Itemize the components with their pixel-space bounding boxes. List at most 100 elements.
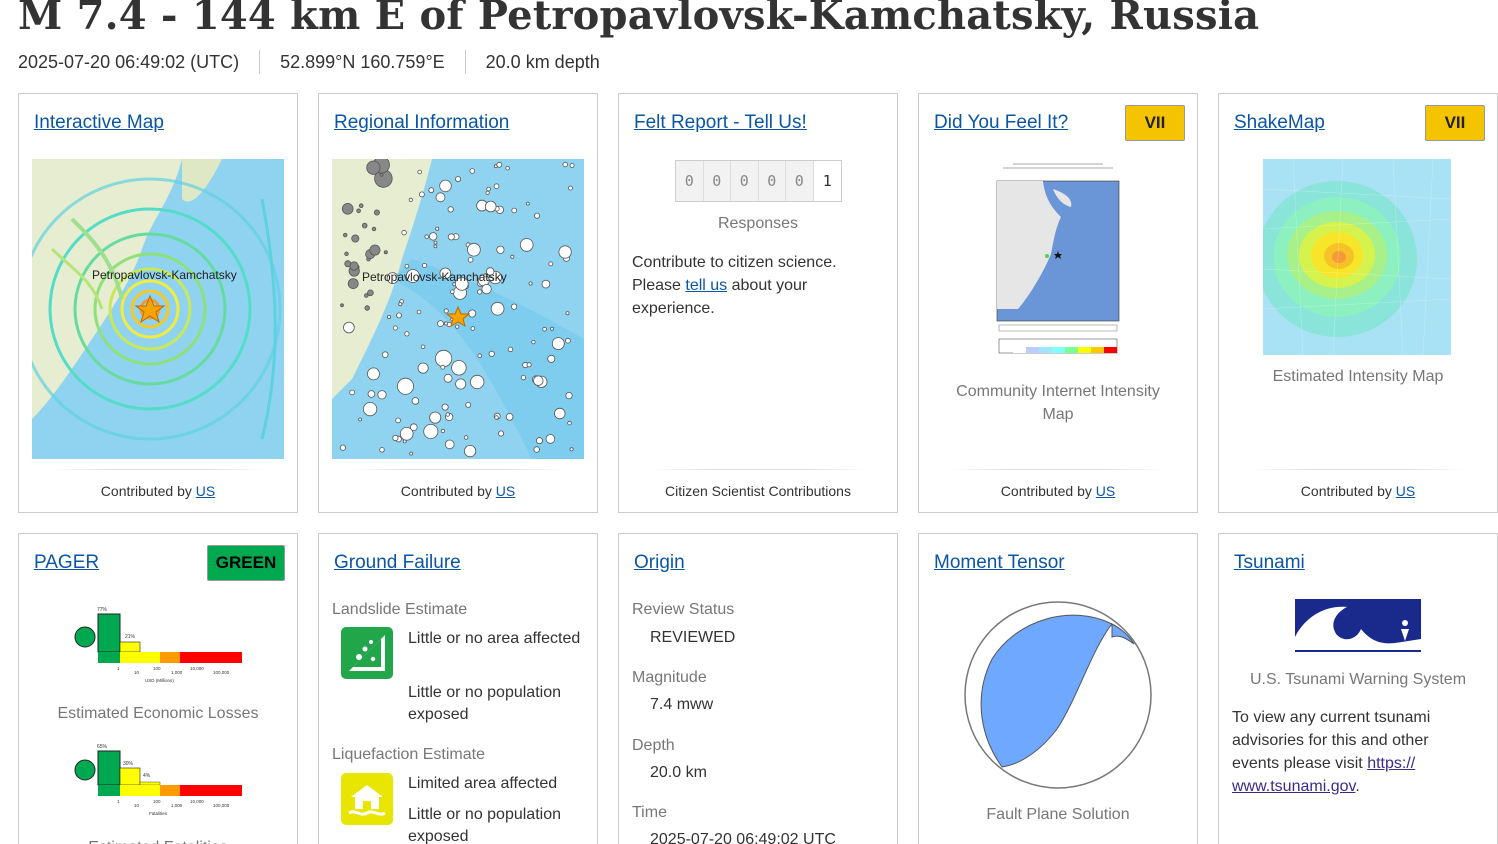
earthquake-marker [510, 254, 515, 259]
earthquake-marker [408, 197, 413, 203]
dyfi-link[interactable]: Did You Feel It? [934, 112, 1068, 134]
earthquake-marker [340, 303, 344, 308]
svg-text:1,000: 1,000 [171, 803, 183, 808]
contributor-link[interactable]: US [1396, 483, 1415, 499]
felt-report-link[interactable]: Felt Report - Tell Us! [634, 112, 807, 134]
earthquake-marker [470, 374, 485, 390]
pager-card[interactable]: PAGER GREEN 77% 21% 1 10 100 1,000 10,000 10… [18, 533, 298, 844]
shakemap-card[interactable]: ShakeMap VII Estimated Intensity Map Con… [1218, 93, 1498, 513]
counter-digit: 0 [731, 161, 759, 201]
earthquake-marker [450, 289, 455, 295]
event-time: 2025-07-20 06:49:02 (UTC) [18, 51, 240, 72]
regional-info-card[interactable]: Regional Information Petropavlovsk-Kamch… [318, 93, 598, 513]
dyfi-caption: Community Internet Intensity Map [956, 383, 1160, 423]
earthquake-marker [535, 437, 543, 445]
econ-axis-label: USD (Millions) [145, 678, 174, 683]
earthquake-marker [496, 245, 505, 254]
earthquake-marker [404, 331, 410, 337]
svg-text:100: 100 [153, 799, 161, 804]
earthquake-marker [373, 209, 380, 216]
intensity-badge: VII [1425, 105, 1485, 141]
fault-plane-caption: Fault Plane Solution [986, 806, 1130, 823]
earthquake-marker [507, 346, 514, 353]
earthquake-marker [437, 320, 444, 328]
earthquake-marker [401, 229, 407, 236]
ground-failure-card[interactable]: Ground Failure Landslide Estimate Little… [318, 533, 598, 844]
svg-text:1: 1 [117, 799, 120, 804]
earthquake-marker [404, 264, 410, 269]
earthquake-marker [443, 373, 453, 383]
shakemap-thumbnail[interactable] [1257, 158, 1452, 356]
interactive-map-thumbnail[interactable]: Petropavlovsk-Kamchatsky [32, 159, 284, 459]
counter-digit: 0 [676, 161, 704, 201]
earthquake-marker [447, 233, 455, 241]
earthquake-marker [440, 428, 446, 434]
earthquake-marker [395, 417, 401, 424]
interactive-map-card[interactable]: Interactive Map Petropavlovsk-Kamchatsky [18, 93, 298, 513]
contributed-by: Contributed by US [319, 483, 597, 499]
earthquake-marker [519, 238, 534, 252]
pager-link[interactable]: PAGER [34, 552, 99, 574]
ground-failure-link[interactable]: Ground Failure [334, 552, 461, 574]
earthquake-marker [399, 426, 414, 441]
svg-text:10,000: 10,000 [190, 666, 204, 671]
earthquake-marker [367, 390, 376, 398]
regional-map-thumbnail[interactable]: Petropavlovsk-Kamchatsky [332, 159, 584, 459]
earthquake-marker [490, 301, 505, 316]
tsunami-link[interactable]: Tsunami [1234, 552, 1305, 574]
earthquake-marker [567, 420, 572, 426]
earthquake-marker [423, 423, 439, 439]
felt-report-card[interactable]: Felt Report - Tell Us! 0 0 0 0 0 1 Respo… [618, 93, 898, 513]
origin-link[interactable]: Origin [634, 552, 685, 574]
origin-card[interactable]: Origin Review Status REVIEWED Magnitude … [618, 533, 898, 844]
tsunami-card[interactable]: Tsunami U.S. Tsunami Warning System To v… [1218, 533, 1498, 844]
tell-us-link[interactable]: tell us [685, 277, 727, 294]
contributor-link[interactable]: US [196, 483, 215, 499]
moment-tensor-card[interactable]: Moment Tensor Fault Plane Solution [918, 533, 1198, 844]
earthquake-marker [494, 415, 499, 420]
earthquake-marker [562, 161, 568, 168]
liquefaction-heading: Liquefaction Estimate [332, 746, 485, 763]
earthquake-marker [455, 176, 462, 183]
earthquake-marker [420, 344, 426, 349]
earthquake-marker [417, 362, 429, 374]
earthquake-marker [377, 390, 387, 400]
shakemap-link[interactable]: ShakeMap [1234, 112, 1325, 134]
svg-text:10: 10 [134, 803, 140, 808]
earthquake-marker [485, 190, 490, 195]
earthquake-marker [533, 375, 544, 386]
earthquake-marker [381, 351, 389, 359]
earthquake-marker [387, 314, 392, 319]
earthquake-marker [451, 360, 467, 376]
regional-info-link[interactable]: Regional Information [334, 112, 509, 134]
interactive-map-link[interactable]: Interactive Map [34, 112, 164, 134]
earthquake-marker [379, 172, 384, 177]
earthquake-marker [463, 435, 469, 440]
counter-digit: 0 [703, 161, 731, 201]
moment-tensor-link[interactable]: Moment Tensor [934, 552, 1065, 574]
contributor-link[interactable]: US [1096, 483, 1115, 499]
earthquake-marker [548, 261, 554, 267]
contributed-by: Contributed by US [919, 483, 1197, 499]
counter-digit: 0 [758, 161, 786, 201]
dyfi-map-thumbnail[interactable] [983, 159, 1133, 359]
earthquake-marker [341, 202, 354, 215]
svg-text:100,000: 100,000 [213, 670, 230, 675]
economic-losses-histogram: 77% 21% 1 10 100 1,000 10,000 100,000 USD (M… [73, 604, 248, 689]
alert-level-badge: GREEN [207, 545, 285, 581]
tsunami-url-link[interactable]: https:// [1367, 755, 1415, 772]
earthquake-marker [470, 326, 476, 331]
counter-digit: 0 [786, 161, 814, 201]
contributor-link[interactable]: US [496, 483, 515, 499]
earthquake-marker [455, 378, 467, 390]
responses-label: Responses [717, 215, 799, 232]
earthquake-marker [496, 161, 503, 168]
tsunami-url-link[interactable]: www.tsunami.gov [1232, 778, 1355, 795]
dyfi-card[interactable]: Did You Feel It? VII Community Internet … [918, 93, 1198, 513]
earthquake-marker [422, 263, 428, 269]
beachball-diagram[interactable] [962, 599, 1154, 791]
depth-value: 20.0 km [650, 764, 707, 781]
landslide-icon [341, 627, 393, 679]
earthquake-marker [417, 169, 422, 175]
earthquake-marker [550, 326, 555, 331]
